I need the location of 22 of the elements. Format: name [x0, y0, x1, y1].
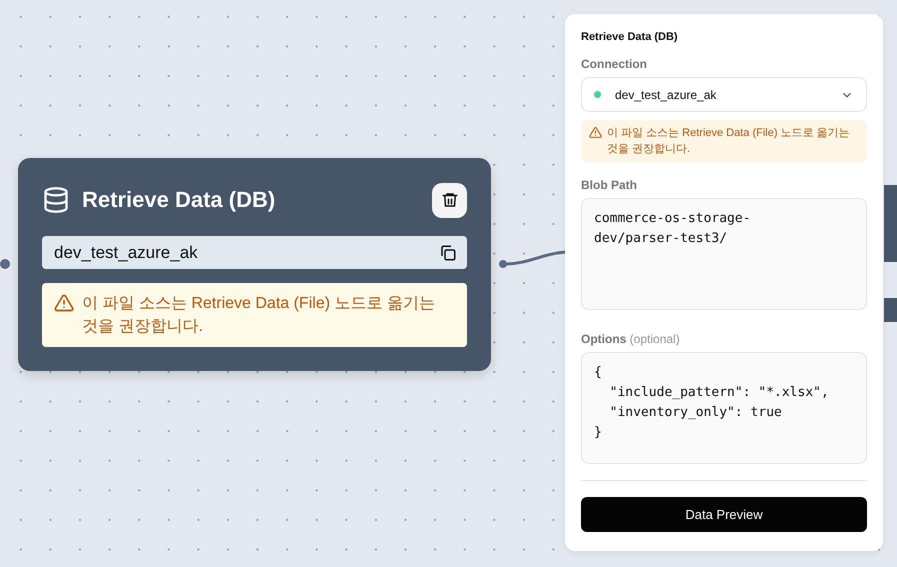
blob-path-field[interactable]: commerce-os-storage- dev/parser-test3/	[581, 198, 867, 310]
node-card[interactable]: Retrieve Data (DB) dev_test_azure_ak 이 파일 소스는 Retrieve Data (File) 노드로 옮기는 것을 권장합니다.	[18, 158, 491, 371]
status-dot	[594, 91, 601, 98]
warning-text: 이 파일 소스는 Retrieve Data (File) 노드로 옮기는 것을 권장합니다.	[82, 294, 436, 337]
warning-text: 이 파일 소스는 Retrieve Data (File) 노드로 옮기는 것을 권장합니다.	[607, 126, 851, 157]
panel-title: Retrieve Data (DB)	[581, 31, 679, 43]
trash-icon	[440, 191, 458, 209]
connection-name: dev_test_azure_ak	[54, 242, 198, 262]
warning-icon	[589, 126, 602, 139]
options-field[interactable]: { "include_pattern": "*.xlsx", "inventory_only": true }	[581, 352, 867, 464]
field-label: Options (optional)	[581, 332, 681, 346]
connection-select[interactable]: dev_test_azure_ak	[581, 77, 867, 112]
warning-icon	[54, 293, 74, 313]
field-label: Connection	[581, 57, 648, 71]
node-handle[interactable]	[0, 259, 10, 269]
connector-edge	[499, 250, 566, 268]
data-preview-button[interactable]: Data Preview	[581, 497, 867, 532]
field-label: Blob Path	[581, 178, 638, 192]
node-title: Retrieve Data (DB)	[82, 187, 276, 213]
delete-button[interactable]	[432, 182, 467, 218]
copy-icon[interactable]	[439, 244, 457, 262]
database-icon	[42, 186, 70, 214]
